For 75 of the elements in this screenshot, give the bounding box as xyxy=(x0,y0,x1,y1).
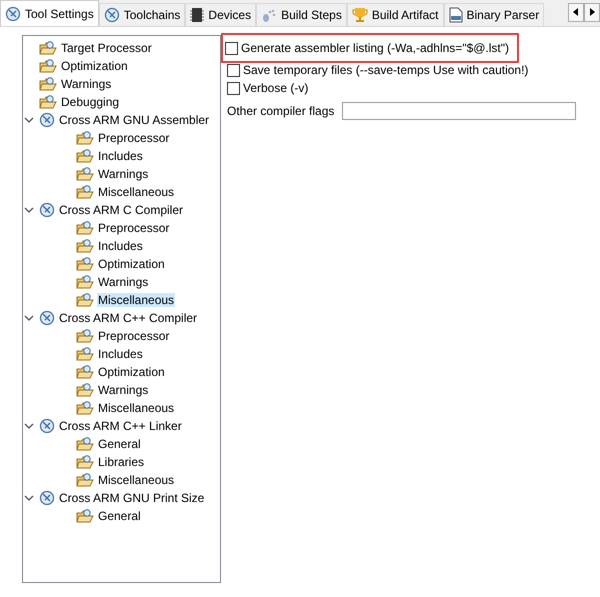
binary-file-icon xyxy=(448,7,463,23)
tree-item[interactable]: Includes xyxy=(97,149,144,163)
tree-item[interactable]: Cross ARM GNU Print Size xyxy=(58,491,206,505)
folder-icon xyxy=(39,76,57,92)
tree-item[interactable]: Libraries xyxy=(97,455,146,469)
expander-icon[interactable] xyxy=(23,421,36,431)
checkbox-label: Verbose (-v) xyxy=(243,81,308,95)
tab[interactable]: Binary Parser xyxy=(444,3,544,26)
folder-icon xyxy=(76,400,94,416)
tree-item[interactable]: Miscellaneous xyxy=(97,401,176,415)
tree-item[interactable]: General xyxy=(97,509,142,523)
folder-icon xyxy=(76,238,94,254)
folder-icon xyxy=(76,382,94,398)
tree-item[interactable]: Miscellaneous xyxy=(97,293,176,307)
folder-icon xyxy=(76,454,94,470)
tree-item[interactable]: Warnings xyxy=(97,383,150,397)
folder-icon xyxy=(76,508,94,524)
tree-item[interactable]: Debugging xyxy=(60,95,120,109)
left-arrow-icon xyxy=(573,8,579,16)
trophy-icon xyxy=(352,7,368,23)
tree-item[interactable]: Optimization xyxy=(97,257,166,271)
field-label: Other compiler flags xyxy=(227,104,334,118)
tree-item[interactable]: Preprocessor xyxy=(97,221,170,235)
checkbox[interactable] xyxy=(227,82,240,94)
folder-icon xyxy=(76,436,94,452)
folder-icon xyxy=(76,130,94,146)
folder-icon xyxy=(76,274,94,290)
tree-item[interactable]: Cross ARM C++ Linker xyxy=(58,419,183,433)
tree-item[interactable]: Optimization xyxy=(97,365,166,379)
tree-item[interactable]: Optimization xyxy=(60,59,129,73)
tree-item[interactable]: Preprocessor xyxy=(97,131,170,145)
folder-icon xyxy=(76,184,94,200)
tree-item[interactable]: Includes xyxy=(97,347,144,361)
folder-icon xyxy=(76,364,94,380)
folder-icon xyxy=(76,220,94,236)
tree-item[interactable]: Warnings xyxy=(60,77,112,91)
checkbox[interactable] xyxy=(225,42,238,54)
expander-icon[interactable] xyxy=(23,493,36,503)
folder-icon xyxy=(39,40,57,56)
expander-icon[interactable] xyxy=(23,205,36,215)
input-field[interactable] xyxy=(342,102,576,120)
folder-icon xyxy=(76,292,94,308)
expander-icon[interactable] xyxy=(23,115,36,125)
checkbox-label: Generate assembler listing (-Wa,-adhlns="$@.lst") xyxy=(241,41,510,55)
tree-item[interactable]: Warnings xyxy=(97,167,150,181)
checkbox[interactable] xyxy=(227,64,240,76)
folder-icon xyxy=(76,472,94,488)
scroll-left-button[interactable] xyxy=(568,3,584,22)
tree-item[interactable]: Cross ARM C Compiler xyxy=(58,203,184,217)
tab[interactable]: Build Artifact xyxy=(346,3,444,26)
tree-item[interactable]: Includes xyxy=(97,239,144,253)
folder-icon xyxy=(76,256,94,272)
tree-item[interactable]: Target Processor xyxy=(60,41,153,55)
folder-icon xyxy=(76,328,94,344)
scroll-right-button[interactable] xyxy=(584,3,600,22)
folder-icon xyxy=(76,166,94,182)
tab[interactable]: Toolchains xyxy=(98,3,186,26)
folder-icon xyxy=(76,148,94,164)
tree-item[interactable]: Warnings xyxy=(97,275,150,289)
checkbox-label: Save temporary files (--save-temps Use with caution!) xyxy=(243,63,528,77)
tree-item[interactable]: Miscellaneous xyxy=(97,185,176,199)
expander-icon[interactable] xyxy=(23,313,36,323)
tab[interactable]: Tool Settings xyxy=(0,0,99,26)
tab[interactable]: Devices xyxy=(185,3,256,26)
tab[interactable]: Build Steps xyxy=(256,3,347,26)
folder-icon xyxy=(76,346,94,362)
tree-item[interactable]: Preprocessor xyxy=(97,329,170,343)
folder-icon xyxy=(39,94,57,110)
tree-item[interactable]: Cross ARM GNU Assembler xyxy=(58,113,210,127)
tree-item[interactable]: General xyxy=(97,437,142,451)
chip-icon xyxy=(190,7,204,23)
folder-icon xyxy=(39,58,57,74)
right-arrow-icon xyxy=(589,8,595,16)
tree-item[interactable]: Cross ARM C++ Compiler xyxy=(58,311,198,325)
tree-item[interactable]: Miscellaneous xyxy=(97,473,176,487)
